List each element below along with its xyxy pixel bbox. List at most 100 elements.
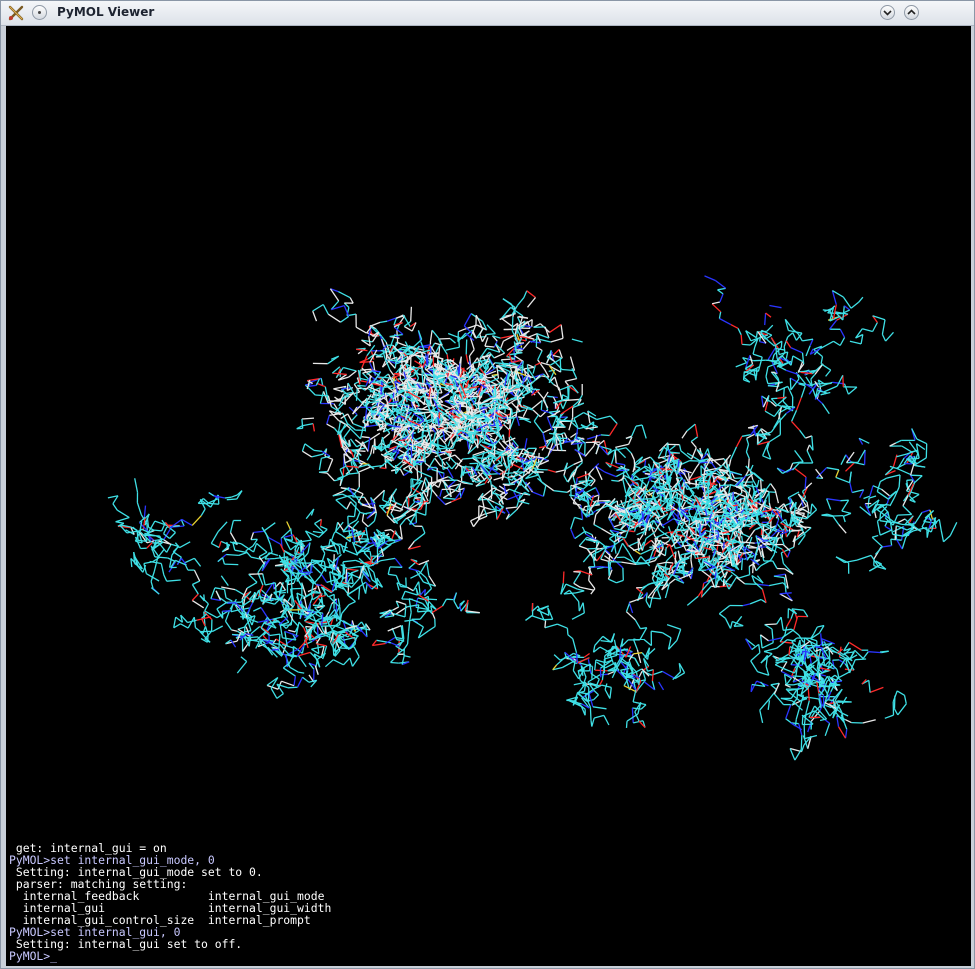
bond-stick [285,538,293,542]
bond-stick [348,370,357,378]
bond-stick [314,665,319,675]
bond-stick [344,463,351,474]
bond-stick [333,659,344,666]
bond-stick [458,328,465,333]
bond-stick [772,560,778,569]
bond-stick [542,399,549,409]
bond-stick [289,666,299,673]
bond-stick [595,487,600,496]
bond-stick [658,474,661,486]
bond-stick [393,415,396,431]
title-bar[interactable]: PyMOL Viewer [1,1,974,26]
bond-stick [445,346,460,351]
bond-stick [424,353,428,366]
bond-stick [649,456,656,463]
bond-stick [600,434,610,437]
bond-stick [462,465,473,468]
bond-stick [573,582,581,588]
bond-stick [472,409,480,413]
bond-stick [406,631,410,645]
bond-stick [760,479,763,493]
bond-stick [793,467,807,478]
chevron-down-icon [883,10,892,16]
molecular-viewport[interactable]: get: internal_gui = on PyMOL>set internal… [6,26,971,966]
bond-stick [726,574,733,582]
bond-stick [806,501,810,511]
bond-stick [332,372,347,376]
bond-stick [479,334,484,342]
bond-stick [573,571,582,584]
bond-stick [278,634,281,649]
bond-stick [571,338,583,343]
bond-stick [407,586,414,592]
bond-stick [786,550,791,558]
bond-stick [600,558,609,562]
bond-stick [653,550,657,557]
bond-stick [547,395,554,398]
bond-stick [535,333,538,347]
bond-stick [287,594,293,602]
bond-stick [758,583,770,587]
pymol-app-icon[interactable] [7,4,25,22]
bond-stick [368,398,375,401]
bond-stick [403,471,410,477]
bond-stick [346,568,359,572]
molecule-structure[interactable] [6,26,971,966]
maximize-button[interactable] [904,5,919,20]
window-menu-icon[interactable] [32,5,47,20]
bond-stick [593,514,597,525]
bond-stick [326,415,330,425]
bond-stick [661,456,668,461]
bond-stick [393,326,404,335]
bond-stick [717,530,720,538]
bond-stick [369,321,381,328]
bond-stick [568,417,574,431]
bond-stick [260,607,269,619]
bond-stick [388,573,397,577]
bond-stick [340,315,350,323]
bond-stick [312,423,316,432]
bond-stick [690,436,698,443]
bond-stick [337,598,341,607]
bond-stick [643,456,651,461]
bond-stick [287,582,295,586]
bond-stick [425,501,428,516]
bond-stick [550,337,564,343]
bond-stick [379,466,386,470]
bond-stick [564,377,577,382]
bond-stick [624,477,629,484]
bond-stick [338,473,351,480]
bond-stick [494,385,497,396]
bond-stick [434,457,441,466]
bond-stick [361,513,365,522]
bond-stick [479,328,484,335]
bond-stick [313,575,321,585]
bond-stick [542,428,552,434]
bond-stick [536,477,547,487]
bond-stick [298,621,305,628]
bond-stick [649,597,653,608]
bond-stick [554,376,560,391]
bond-stick [609,415,618,425]
bond-stick [549,432,556,435]
bond-stick [326,472,335,482]
bond-stick [334,478,342,482]
bond-stick [447,332,463,340]
bond-stick [774,490,780,504]
bond-stick [418,581,421,596]
bond-stick [616,533,620,543]
bond-stick [811,503,818,511]
bond-stick [627,541,639,547]
bond-stick [769,554,775,561]
bond-stick [495,506,498,520]
bond-stick [640,498,654,500]
bond-stick [647,596,661,600]
bond-stick [501,358,515,361]
bond-stick [210,542,220,549]
bond-stick [373,513,378,522]
bond-stick [490,508,500,512]
bond-stick [339,478,343,486]
bond-stick [436,400,443,403]
bond-stick [628,596,644,604]
minimize-button[interactable] [880,5,895,20]
